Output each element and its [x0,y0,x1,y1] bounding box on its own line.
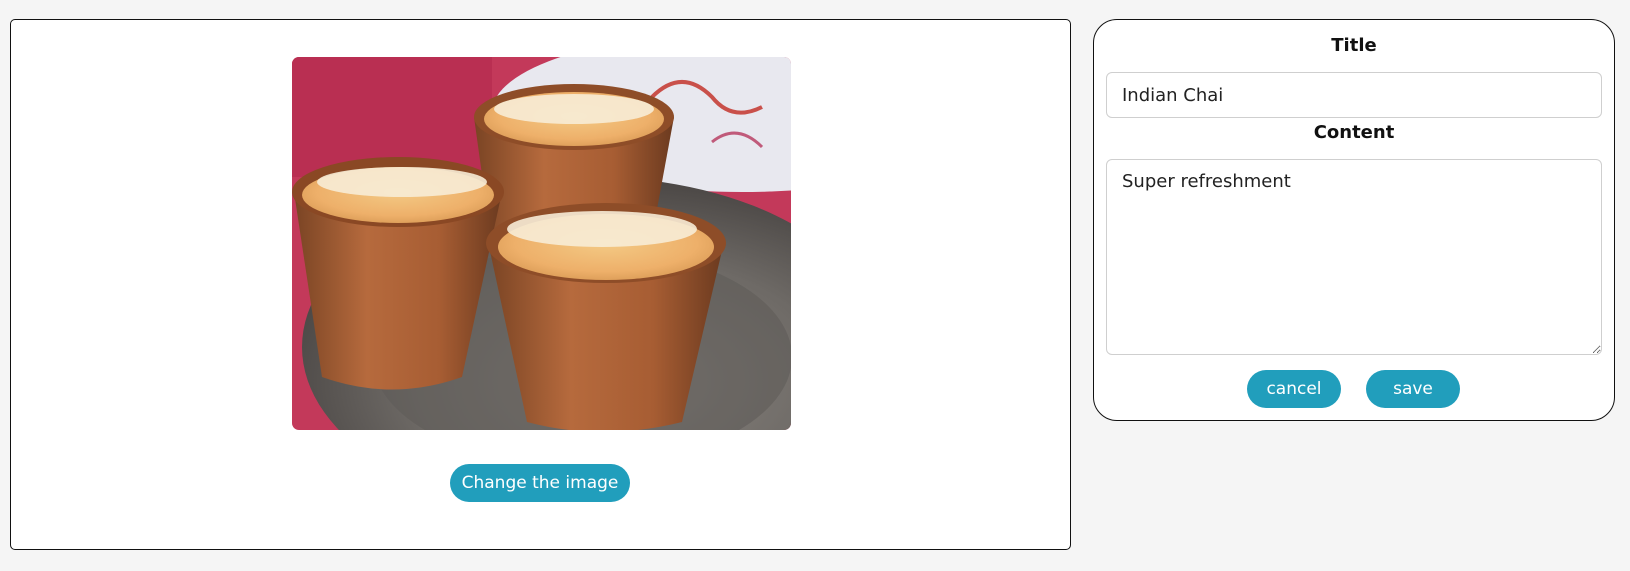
content-label: Content [1313,122,1395,143]
edit-form-panel: Title Content Super refreshment cancel s… [1093,19,1615,421]
image-panel: Change the image [10,19,1071,550]
save-button[interactable]: save [1366,370,1460,408]
change-image-button[interactable]: Change the image [450,464,630,502]
chai-photo [292,57,791,430]
content-textarea[interactable]: Super refreshment [1106,159,1602,355]
title-label: Title [1331,35,1377,56]
title-input[interactable] [1106,72,1602,118]
cancel-button[interactable]: cancel [1247,370,1341,408]
